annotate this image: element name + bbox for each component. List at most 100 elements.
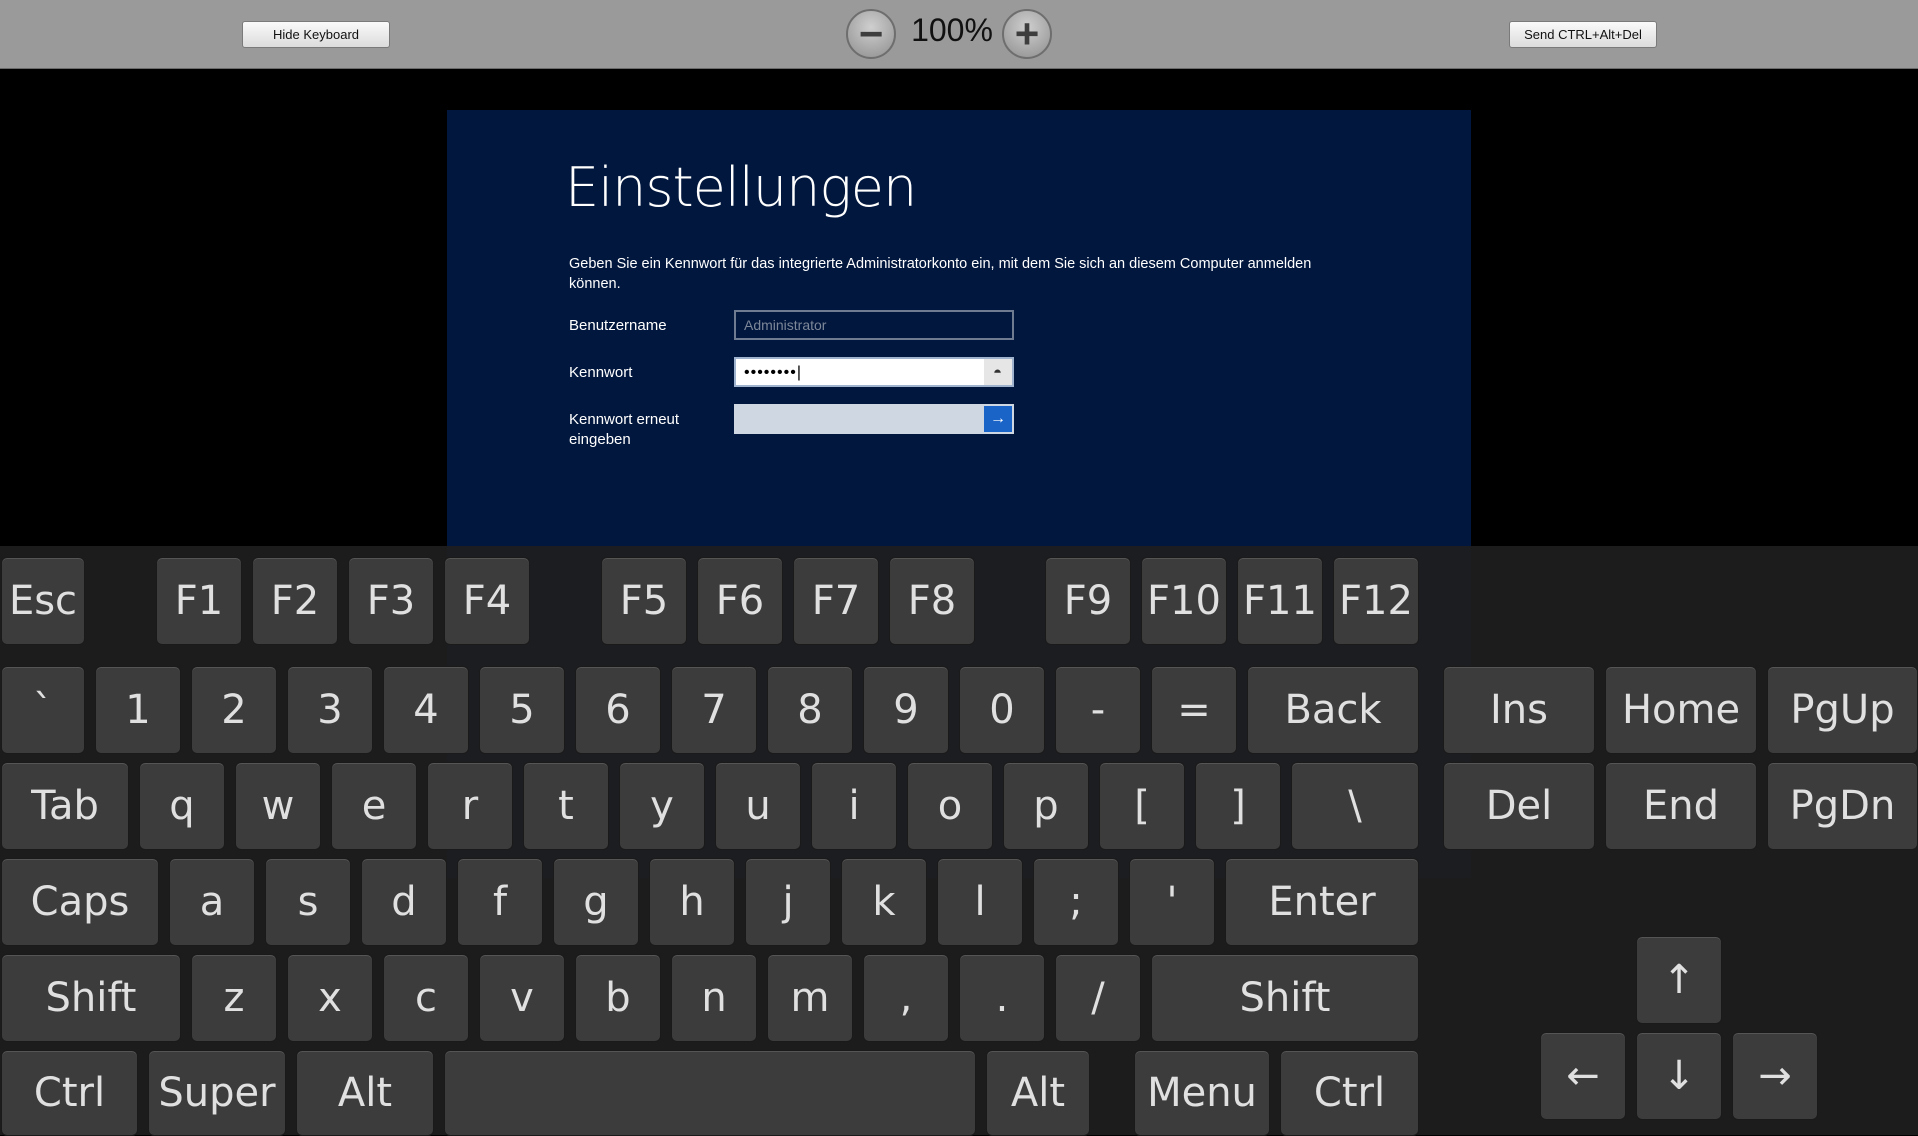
key-5[interactable]: 5 — [479, 666, 565, 754]
key-quote[interactable]: ' — [1129, 858, 1215, 946]
key-f7[interactable]: F7 — [793, 557, 879, 645]
key-6[interactable]: 6 — [575, 666, 661, 754]
key-x[interactable]: x — [287, 954, 373, 1042]
key-pgup[interactable]: PgUp — [1767, 666, 1918, 754]
key-z[interactable]: z — [191, 954, 277, 1042]
key-k[interactable]: k — [841, 858, 927, 946]
key-a[interactable]: a — [169, 858, 255, 946]
zoom-out-button[interactable]: − — [846, 9, 896, 59]
password-value: ••••••••| — [744, 364, 802, 381]
key-arrow-up[interactable]: ↑ — [1636, 936, 1722, 1024]
reveal-password-icon[interactable]: ◓ — [984, 359, 1012, 385]
key-f[interactable]: f — [457, 858, 543, 946]
key-back[interactable]: Back — [1247, 666, 1419, 754]
key-del[interactable]: Del — [1443, 762, 1595, 850]
key-pgdn[interactable]: PgDn — [1767, 762, 1918, 850]
key-b[interactable]: b — [575, 954, 661, 1042]
minus-icon: − — [858, 10, 884, 57]
key-arrow-down[interactable]: ↓ — [1636, 1032, 1722, 1120]
onscreen-keyboard: Esc F1 F2 F3 F4 F5 F6 F7 F8 F9 F10 F11 F12 ` 1 2 3 4 5 6 7 8 9… — [0, 546, 1918, 1136]
key-3[interactable]: 3 — [287, 666, 373, 754]
key-menu[interactable]: Menu — [1134, 1050, 1270, 1136]
key-w[interactable]: w — [235, 762, 321, 850]
key-9[interactable]: 9 — [863, 666, 949, 754]
key-esc[interactable]: Esc — [1, 557, 85, 645]
key-backtick[interactable]: ` — [1, 666, 85, 754]
key-p[interactable]: p — [1003, 762, 1089, 850]
key-h[interactable]: h — [649, 858, 735, 946]
submit-arrow-icon[interactable]: → — [984, 406, 1012, 432]
key-end[interactable]: End — [1605, 762, 1757, 850]
key-shift[interactable]: Shift — [1, 954, 181, 1042]
key-shift[interactable]: Shift — [1151, 954, 1419, 1042]
key-alt[interactable]: Alt — [986, 1050, 1090, 1136]
key-comma[interactable]: , — [863, 954, 949, 1042]
key-m[interactable]: m — [767, 954, 853, 1042]
key-ctrl[interactable]: Ctrl — [1280, 1050, 1419, 1136]
key-home[interactable]: Home — [1605, 666, 1757, 754]
key-f1[interactable]: F1 — [156, 557, 242, 645]
key-enter[interactable]: Enter — [1225, 858, 1419, 946]
password-label: Kennwort — [569, 364, 633, 381]
key-8[interactable]: 8 — [767, 666, 853, 754]
key-c[interactable]: c — [383, 954, 469, 1042]
hide-keyboard-button[interactable]: Hide Keyboard — [242, 21, 390, 48]
key-2[interactable]: 2 — [191, 666, 277, 754]
key-g[interactable]: g — [553, 858, 639, 946]
key-f10[interactable]: F10 — [1141, 557, 1227, 645]
key-o[interactable]: o — [907, 762, 993, 850]
key-y[interactable]: y — [619, 762, 705, 850]
key-s[interactable]: s — [265, 858, 351, 946]
key-n[interactable]: n — [671, 954, 757, 1042]
key-close-bracket[interactable]: ] — [1195, 762, 1281, 850]
key-f6[interactable]: F6 — [697, 557, 783, 645]
key-f3[interactable]: F3 — [348, 557, 434, 645]
key-v[interactable]: v — [479, 954, 565, 1042]
key-i[interactable]: i — [811, 762, 897, 850]
username-label: Benutzername — [569, 317, 667, 334]
key-super[interactable]: Super — [148, 1050, 286, 1136]
username-field[interactable]: Administrator — [734, 310, 1014, 340]
key-f9[interactable]: F9 — [1045, 557, 1131, 645]
key-ins[interactable]: Ins — [1443, 666, 1595, 754]
key-0[interactable]: 0 — [959, 666, 1045, 754]
key-u[interactable]: u — [715, 762, 801, 850]
key-d[interactable]: d — [361, 858, 447, 946]
key-f4[interactable]: F4 — [444, 557, 530, 645]
key-j[interactable]: j — [745, 858, 831, 946]
key-f5[interactable]: F5 — [601, 557, 687, 645]
key-alt[interactable]: Alt — [296, 1050, 434, 1136]
key-arrow-left[interactable]: ← — [1540, 1032, 1626, 1120]
key-1[interactable]: 1 — [95, 666, 181, 754]
key-open-bracket[interactable]: [ — [1099, 762, 1185, 850]
password-field[interactable]: ••••••••| ◓ — [734, 357, 1014, 387]
key-minus[interactable]: - — [1055, 666, 1141, 754]
setup-description: Geben Sie ein Kennwort für das integrier… — [569, 256, 1312, 292]
page-title: Einstellungen — [565, 156, 917, 219]
key-space[interactable] — [444, 1050, 976, 1136]
plus-icon: + — [1014, 10, 1040, 57]
zoom-in-button[interactable]: + — [1002, 9, 1052, 59]
key-f2[interactable]: F2 — [252, 557, 338, 645]
key-t[interactable]: t — [523, 762, 609, 850]
key-f11[interactable]: F11 — [1237, 557, 1323, 645]
key-slash[interactable]: / — [1055, 954, 1141, 1042]
key-period[interactable]: . — [959, 954, 1045, 1042]
key-caps[interactable]: Caps — [1, 858, 159, 946]
key-tab[interactable]: Tab — [1, 762, 129, 850]
key-semicolon[interactable]: ; — [1033, 858, 1119, 946]
key-arrow-right[interactable]: → — [1732, 1032, 1818, 1120]
key-r[interactable]: r — [427, 762, 513, 850]
key-4[interactable]: 4 — [383, 666, 469, 754]
key-l[interactable]: l — [937, 858, 1023, 946]
key-backslash[interactable]: \ — [1291, 762, 1419, 850]
key-f12[interactable]: F12 — [1333, 557, 1419, 645]
key-q[interactable]: q — [139, 762, 225, 850]
key-7[interactable]: 7 — [671, 666, 757, 754]
key-e[interactable]: e — [331, 762, 417, 850]
password-confirm-field[interactable]: → — [734, 404, 1014, 434]
send-ctrl-alt-del-button[interactable]: Send CTRL+Alt+Del — [1509, 21, 1657, 48]
key-ctrl[interactable]: Ctrl — [1, 1050, 138, 1136]
key-equals[interactable]: = — [1151, 666, 1237, 754]
key-f8[interactable]: F8 — [889, 557, 975, 645]
